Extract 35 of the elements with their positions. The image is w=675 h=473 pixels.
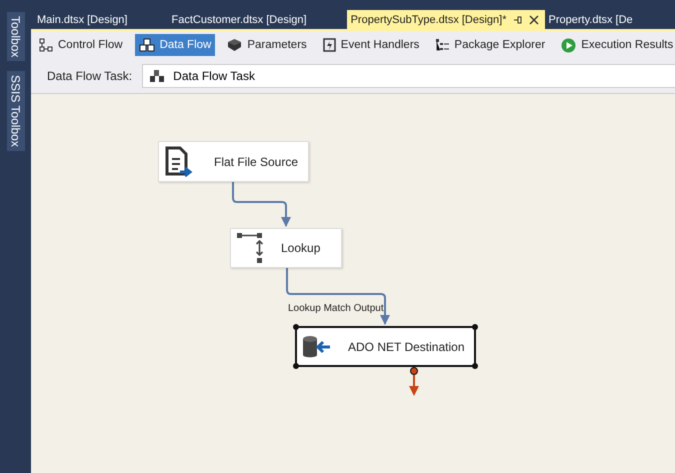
task-dropdown[interactable]: Data Flow Task	[142, 64, 675, 88]
task-label: Data Flow Task:	[47, 69, 132, 83]
lightning-icon	[322, 38, 336, 52]
document-tab[interactable]: Main.dtsx [Design]	[33, 10, 134, 29]
box-icon	[227, 38, 242, 52]
tree-icon	[435, 38, 450, 52]
connector-arrow[interactable]	[232, 182, 291, 227]
designer-tab[interactable]: Execution Results	[557, 34, 675, 56]
pin-icon	[512, 14, 523, 24]
designer-tab[interactable]: Data Flow	[134, 34, 216, 56]
play-icon	[561, 38, 576, 52]
connector-arrow[interactable]	[286, 268, 390, 325]
database-arrow-icon	[302, 334, 332, 360]
designer-tab[interactable]: Package Explorer	[431, 34, 550, 56]
document-tab[interactable]: Property.dtsx [De	[544, 10, 639, 29]
component-node[interactable]: ADO NET Destination	[295, 326, 476, 367]
toolbox-tab[interactable]: SSIS Toolbox	[6, 71, 24, 152]
close-icon[interactable]	[528, 14, 539, 24]
toolbox-tab[interactable]: Toolbox	[6, 12, 24, 62]
designer-tab[interactable]: Control Flow	[35, 34, 127, 56]
output-arrow[interactable]	[409, 367, 419, 396]
flow-icon	[39, 38, 53, 52]
tab-title: PropertySubType.dtsx [Design]*	[350, 14, 507, 26]
designer-tab[interactable]: Parameters	[223, 34, 311, 56]
tab-title: FactCustomer.dtsx [Design]	[171, 14, 307, 26]
tab-title: Main.dtsx [Design]	[37, 14, 128, 26]
tab-title: Property.dtsx [De	[548, 14, 633, 26]
path-label: Lookup Match Output	[288, 303, 384, 314]
document-tab[interactable]: FactCustomer.dtsx [Design]	[167, 10, 313, 29]
document-tab[interactable]: PropertySubType.dtsx [Design]*	[346, 10, 545, 29]
file-arrow-icon	[164, 146, 194, 178]
lookup-icon	[237, 231, 263, 265]
component-node[interactable]: Lookup	[230, 228, 342, 268]
designer-tab[interactable]: Event Handlers	[318, 34, 424, 56]
component-node[interactable]: Flat File Source	[158, 141, 309, 182]
